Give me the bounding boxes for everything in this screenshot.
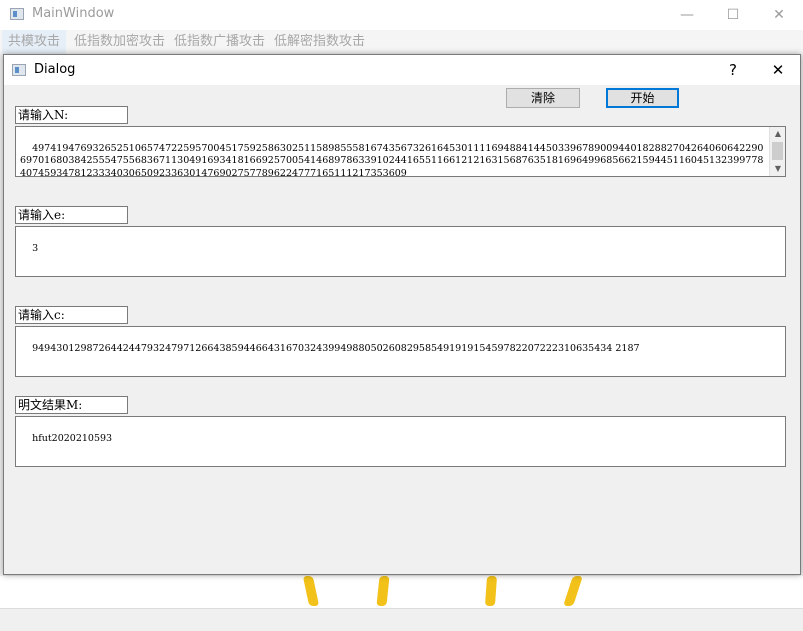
m-output[interactable]: hfut2020210593	[15, 416, 786, 467]
maximize-icon[interactable]: ☐	[710, 0, 756, 30]
n-label: 请输入N:	[15, 106, 128, 124]
c-input[interactable]: 9494301298726442447932479712664385944664…	[15, 326, 786, 377]
main-window-title: MainWindow	[32, 6, 115, 21]
dialog-title: Dialog	[34, 62, 76, 77]
menu-common-modulus-attack[interactable]: 共模攻击	[2, 30, 67, 54]
main-window-titlebar: MainWindow — ☐ ✕	[0, 0, 803, 30]
close-icon[interactable]: ✕	[756, 0, 802, 30]
scrollbar-thumb[interactable]	[772, 142, 783, 160]
main-menubar: 共模攻击 低指数加密攻击 低指数广播攻击 低解密指数攻击	[0, 30, 803, 54]
scroll-down-icon[interactable]: ▼	[770, 162, 785, 176]
minimize-icon[interactable]: —	[664, 0, 710, 30]
main-window-background-art	[0, 576, 803, 608]
menu-low-exponent-broadcast-attack[interactable]: 低指数广播攻击	[168, 30, 271, 54]
main-window-statusbar	[0, 608, 803, 631]
e-label: 请输入e:	[15, 206, 128, 224]
m-output-text: hfut2020210593	[32, 432, 113, 444]
menu-low-decryption-exponent-attack[interactable]: 低解密指数攻击	[268, 30, 371, 54]
c-label: 请输入c:	[15, 306, 128, 324]
dialog-window-icon	[12, 64, 26, 76]
m-label: 明文结果M:	[15, 396, 128, 414]
dialog-close-icon[interactable]: ✕	[758, 55, 798, 85]
e-input-text: 3	[32, 242, 39, 254]
clear-button[interactable]: 清除	[506, 88, 580, 108]
n-input-text: 4974194769326525106574722595700451759258…	[20, 142, 764, 177]
app-window-icon	[10, 8, 24, 20]
dialog-titlebar: Dialog ? ✕	[4, 55, 800, 85]
e-input[interactable]: 3	[15, 226, 786, 277]
dialog-window: Dialog ? ✕ 清除 开始 请输入N: 49741947693265251…	[3, 54, 801, 575]
help-icon[interactable]: ?	[713, 55, 753, 85]
scroll-up-icon[interactable]: ▲	[770, 127, 785, 141]
c-input-text: 9494301298726442447932479712664385944664…	[32, 342, 640, 354]
menu-low-exponent-encryption-attack[interactable]: 低指数加密攻击	[68, 30, 171, 54]
n-input[interactable]: 4974194769326525106574722595700451759258…	[15, 126, 786, 177]
start-button[interactable]: 开始	[606, 88, 679, 108]
n-input-scrollbar[interactable]: ▲ ▼	[769, 127, 785, 176]
